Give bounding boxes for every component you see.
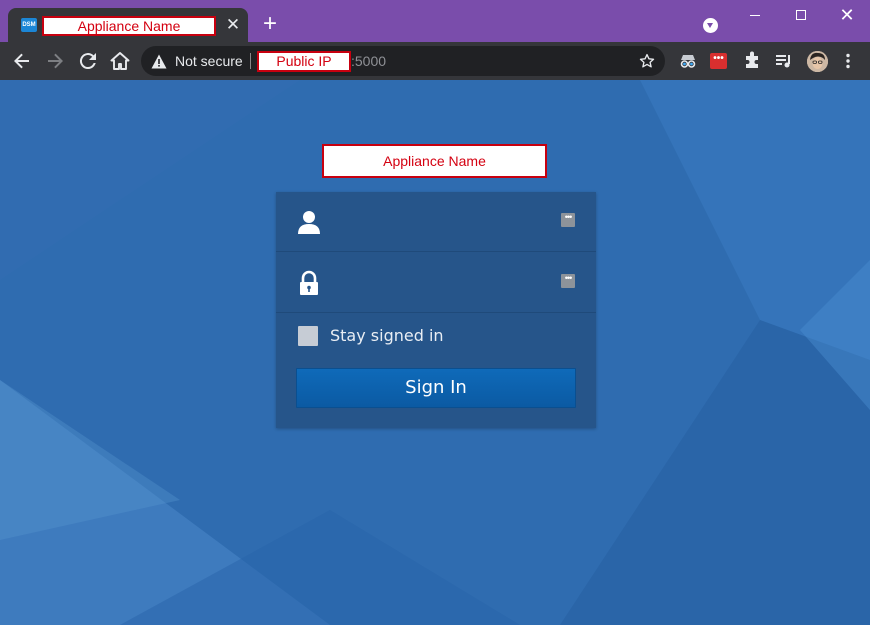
- username-row: •••: [276, 192, 596, 252]
- warning-icon: [151, 54, 167, 69]
- media-queue-icon[interactable]: [774, 51, 794, 71]
- home-icon: [110, 52, 130, 70]
- dsm-favicon-icon: DSM: [21, 18, 37, 32]
- appliance-name-title: Appliance Name: [322, 144, 547, 178]
- incognito-extension-icon[interactable]: [678, 51, 698, 71]
- forward-arrow-icon: [48, 53, 63, 69]
- reload-icon: [79, 53, 96, 70]
- window-close-button[interactable]: ✕: [824, 0, 870, 32]
- back-arrow-icon: [14, 53, 29, 69]
- window-minimize-button[interactable]: [732, 0, 778, 32]
- avatar-photo-icon: [807, 51, 828, 72]
- address-separator: [250, 53, 251, 69]
- browser-tab[interactable]: DSM Appliance Name ✕: [8, 8, 248, 42]
- browser-title-bar: DSM Appliance Name ✕ + ✕: [0, 0, 870, 42]
- autofill-dots-icon[interactable]: •••: [561, 213, 575, 227]
- new-tab-button[interactable]: +: [258, 12, 282, 36]
- reload-button[interactable]: [76, 49, 100, 73]
- minimize-icon: [750, 15, 760, 16]
- password-input[interactable]: [336, 269, 556, 297]
- sign-in-button[interactable]: Sign In: [296, 368, 576, 408]
- home-button[interactable]: [108, 49, 132, 73]
- stay-signed-in-label[interactable]: Stay signed in: [330, 327, 444, 345]
- back-button[interactable]: [10, 49, 34, 73]
- tab-close-icon[interactable]: ✕: [224, 15, 242, 35]
- stay-signed-in-row: Stay signed in: [276, 324, 596, 348]
- profile-avatar[interactable]: [807, 51, 828, 72]
- url-port[interactable]: :5000: [351, 53, 386, 69]
- username-input[interactable]: [336, 208, 556, 236]
- lock-icon: [300, 270, 318, 295]
- url-host[interactable]: Public IP: [257, 51, 351, 72]
- bookmark-star-icon[interactable]: [638, 52, 656, 70]
- stay-signed-in-checkbox[interactable]: [298, 326, 318, 346]
- extensions-puzzle-icon[interactable]: [742, 51, 762, 71]
- autofill-dots-icon[interactable]: •••: [561, 274, 575, 288]
- address-bar[interactable]: Not secure Public IP :5000: [141, 46, 665, 76]
- not-secure-label[interactable]: Not secure: [175, 53, 243, 69]
- forward-button[interactable]: [43, 49, 67, 73]
- maximize-icon: [796, 10, 806, 20]
- login-panel: ••• ••• Stay signed in Sign In: [276, 192, 596, 428]
- browser-toolbar: Not secure Public IP :5000 •••: [0, 42, 870, 80]
- user-icon: [298, 211, 320, 234]
- window-maximize-button[interactable]: [778, 0, 824, 32]
- browser-menu-icon[interactable]: [838, 51, 858, 71]
- password-manager-extension-icon[interactable]: •••: [710, 53, 727, 69]
- tab-title: Appliance Name: [42, 16, 216, 36]
- password-row: •••: [276, 253, 596, 313]
- dsm-login-page: Appliance Name ••• ••• Stay signed in Si…: [0, 80, 870, 625]
- tab-search-dropdown-icon[interactable]: [703, 18, 718, 33]
